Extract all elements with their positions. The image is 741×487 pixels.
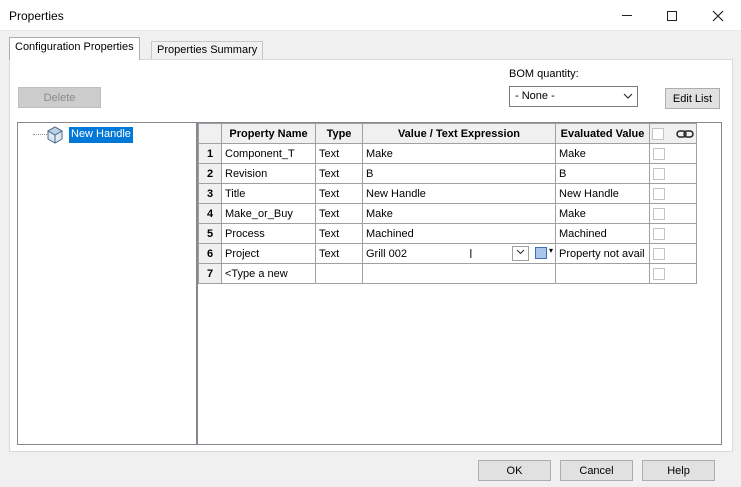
evaluated-value-cell: Make [555, 143, 650, 164]
table-row-new[interactable]: 7 <Type a new [198, 263, 698, 284]
value-cell[interactable]: Make [362, 203, 556, 224]
link-cell[interactable] [648, 183, 698, 204]
evaluated-value-cell: Machined [555, 223, 650, 244]
cancel-button[interactable]: Cancel [560, 460, 633, 481]
column-header-evaluated-value[interactable]: Evaluated Value [555, 123, 650, 144]
column-header-link[interactable] [648, 123, 698, 144]
close-icon [712, 10, 724, 21]
minimize-icon [622, 15, 632, 16]
close-button[interactable] [695, 0, 741, 31]
value-cell-editing[interactable]: Grill 002 I ▾ [362, 243, 556, 264]
property-name-cell[interactable]: Project [221, 243, 316, 264]
value-cell[interactable]: Machined [362, 223, 556, 244]
column-header-value[interactable]: Value / Text Expression [362, 123, 556, 144]
link-checkbox[interactable] [653, 147, 665, 160]
link-cell[interactable] [648, 203, 698, 224]
properties-table: Property Name Type Value / Text Expressi… [198, 123, 698, 284]
table-header-row: Property Name Type Value / Text Expressi… [198, 123, 698, 144]
value-cell[interactable]: New Handle [362, 183, 556, 204]
type-cell[interactable]: Text [315, 243, 363, 264]
select-all-checkbox[interactable] [652, 127, 664, 140]
row-number[interactable]: 1 [198, 143, 222, 164]
configuration-tree: New Handle [17, 122, 197, 445]
properties-grid: Property Name Type Value / Text Expressi… [197, 122, 722, 445]
window-title: Properties [9, 9, 64, 23]
type-cell[interactable]: Text [315, 203, 363, 224]
maximize-button[interactable] [649, 0, 695, 31]
link-cell[interactable] [648, 223, 698, 244]
link-checkbox[interactable] [653, 227, 665, 240]
row-number[interactable]: 7 [198, 263, 222, 284]
bom-quantity-value: - None - [515, 90, 555, 102]
link-icon [676, 129, 694, 138]
value-dropdown-button[interactable] [512, 246, 529, 261]
row-number[interactable]: 3 [198, 183, 222, 204]
tab-properties-summary[interactable]: Properties Summary [151, 41, 264, 59]
evaluated-value-cell: B [555, 163, 650, 184]
link-checkbox[interactable] [653, 167, 665, 180]
chevron-down-icon [623, 89, 633, 106]
property-name-cell[interactable]: Make_or_Buy [221, 203, 316, 224]
evaluated-value-cell: Make [555, 203, 650, 224]
type-cell[interactable] [315, 263, 363, 284]
table-row[interactable]: 4 Make_or_Buy Text Make Make [198, 203, 698, 224]
title-bar: Properties [0, 0, 741, 31]
type-cell[interactable]: Text [315, 163, 363, 184]
chevron-down-icon [516, 249, 525, 255]
table-row[interactable]: 6 Project Text Grill 002 I ▾ Property no… [198, 243, 698, 264]
minimize-button[interactable] [604, 0, 650, 31]
table-row[interactable]: 1 Component_T Text Make Make [198, 143, 698, 164]
row-number[interactable]: 5 [198, 223, 222, 244]
link-checkbox[interactable] [653, 187, 665, 200]
evaluated-value-cell: New Handle [555, 183, 650, 204]
row-number[interactable]: 2 [198, 163, 222, 184]
header-corner[interactable] [198, 123, 222, 144]
tree-item-new-handle[interactable]: New Handle [69, 127, 133, 143]
table-row[interactable]: 2 Revision Text B B [198, 163, 698, 184]
property-name-cell[interactable]: Revision [221, 163, 316, 184]
table-row[interactable]: 5 Process Text Machined Machined [198, 223, 698, 244]
value-cell[interactable] [362, 263, 556, 284]
link-cell[interactable] [648, 263, 698, 284]
property-list-button[interactable]: ▾ [533, 245, 555, 262]
row-number[interactable]: 6 [198, 243, 222, 264]
tab-configuration-properties[interactable]: Configuration Properties [9, 37, 140, 60]
evaluated-value-cell: Property not avail [555, 243, 650, 264]
part-icon [46, 126, 64, 144]
link-checkbox[interactable] [653, 267, 665, 280]
table-row[interactable]: 3 Title Text New Handle New Handle [198, 183, 698, 204]
bom-quantity-select[interactable]: - None - [509, 86, 638, 107]
link-cell[interactable] [648, 243, 698, 264]
link-checkbox[interactable] [653, 247, 665, 260]
ok-button[interactable]: OK [478, 460, 551, 481]
edit-list-button[interactable]: Edit List [665, 88, 720, 109]
maximize-icon [667, 10, 677, 21]
property-list-icon [535, 247, 547, 259]
value-cell[interactable]: Make [362, 143, 556, 164]
property-name-cell[interactable]: Process [221, 223, 316, 244]
property-name-cell[interactable]: Title [221, 183, 316, 204]
delete-button[interactable]: Delete [18, 87, 101, 108]
bom-quantity-label: BOM quantity: [509, 68, 579, 80]
evaluated-value-cell [555, 263, 650, 284]
property-name-cell[interactable]: <Type a new [221, 263, 316, 284]
type-cell[interactable]: Text [315, 223, 363, 244]
link-cell[interactable] [648, 143, 698, 164]
value-cell[interactable]: B [362, 163, 556, 184]
chevron-down-icon: ▾ [549, 246, 554, 255]
link-cell[interactable] [648, 163, 698, 184]
row-number[interactable]: 4 [198, 203, 222, 224]
ibeam-cursor-icon: I [469, 246, 473, 261]
type-cell[interactable]: Text [315, 183, 363, 204]
type-cell[interactable]: Text [315, 143, 363, 164]
help-button[interactable]: Help [642, 460, 715, 481]
link-checkbox[interactable] [653, 207, 665, 220]
column-header-property-name[interactable]: Property Name [221, 123, 316, 144]
value-edit-text[interactable]: Grill 002 [366, 248, 407, 260]
property-name-cell[interactable]: Component_T [221, 143, 316, 164]
column-header-type[interactable]: Type [315, 123, 363, 144]
